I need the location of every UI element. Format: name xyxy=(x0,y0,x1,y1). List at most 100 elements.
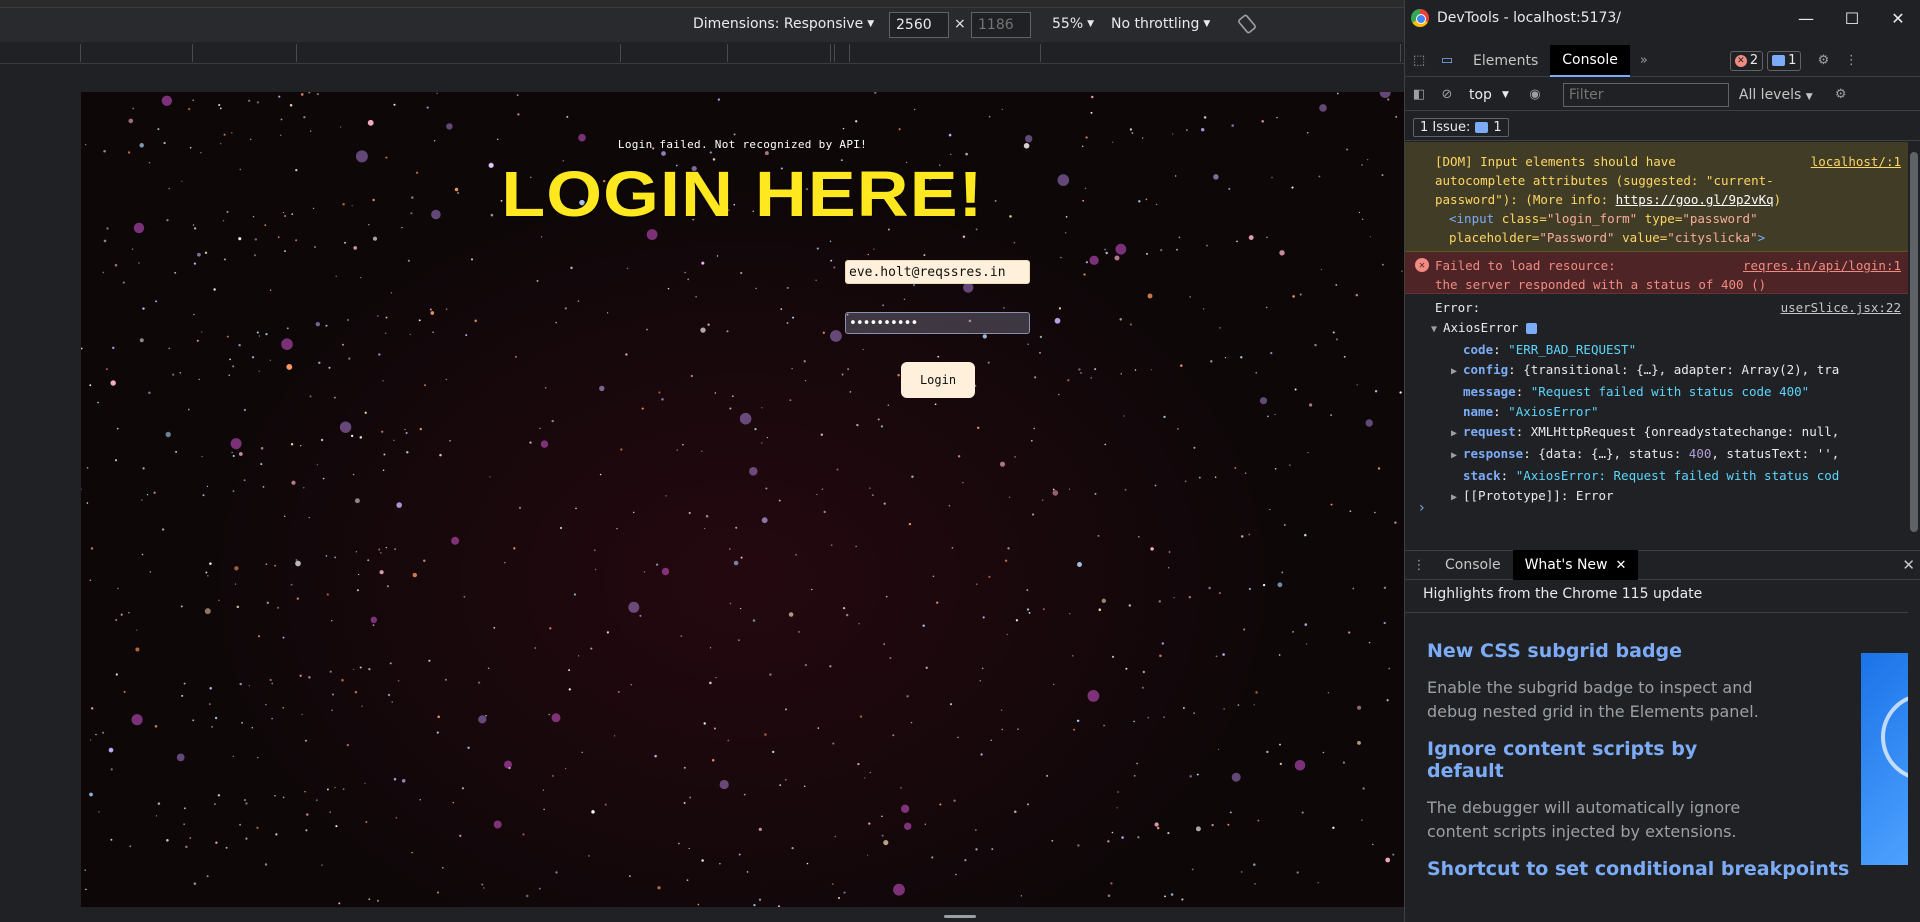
tab-console[interactable]: Console xyxy=(1550,44,1630,77)
issues-chip[interactable]: 1 Issue: 1 xyxy=(1413,118,1509,137)
issue-icon xyxy=(1475,122,1489,133)
message-count: 1 xyxy=(1788,53,1797,68)
drawer-menu-icon[interactable]: ⋮ xyxy=(1405,551,1433,579)
warning-source-link[interactable]: localhost/:1 xyxy=(1811,152,1901,171)
caret-down-icon: ▼ xyxy=(1501,89,1509,100)
zoom-dropdown[interactable]: 55% ▼ xyxy=(1052,16,1094,32)
sidebar-toggle-icon[interactable]: ◧ xyxy=(1405,81,1433,109)
maximize-icon[interactable]: ☐ xyxy=(1829,0,1875,36)
devtools-panel: DevTools - localhost:5173/ — ☐ ✕ ⬚ ▭ Ele… xyxy=(1404,0,1920,922)
warning-line-3-end: ) xyxy=(1773,192,1782,207)
prop-message-key: message xyxy=(1463,384,1516,399)
close-icon[interactable]: ✕ xyxy=(1875,0,1920,36)
prop-code: code: "ERR_BAD_REQUEST" xyxy=(1463,342,1637,357)
width-input[interactable] xyxy=(889,12,949,38)
axios-error-toggle[interactable]: ▼ AxiosError xyxy=(1431,318,1901,340)
devtools-tabbar: ⬚ ▭ Elements Console » ✕ 2 1 ⚙ ⋮ xyxy=(1405,44,1920,77)
log-levels-dropdown[interactable]: All levels ▼ xyxy=(1739,87,1813,103)
code-tag-open: <input xyxy=(1449,211,1495,226)
viewport-resize-handle[interactable] xyxy=(944,915,976,918)
prop-stack-val: "AxiosError: Request failed with status … xyxy=(1515,468,1840,483)
prop-request-key: request xyxy=(1463,424,1516,439)
prop-request[interactable]: ▶ request: XMLHttpRequest {onreadystatech… xyxy=(1435,422,1901,444)
prop-response-val-a: {data: {…}, status: xyxy=(1538,446,1689,461)
more-info-link[interactable]: https://goo.gl/9p2vKq xyxy=(1616,192,1774,207)
axios-error-name: AxiosError xyxy=(1443,320,1519,335)
message-icon xyxy=(1772,55,1786,66)
device-toolbar: Dimensions: Responsive ▼ × 55% ▼ No thro… xyxy=(0,8,1404,42)
rotate-icon[interactable] xyxy=(1236,13,1258,35)
message-count-badge[interactable]: 1 xyxy=(1767,50,1802,71)
prop-proto-val: Error xyxy=(1575,488,1614,503)
inspect-element-icon[interactable]: ⬚ xyxy=(1405,47,1433,75)
collapsed-triangle-icon: ▶ xyxy=(1451,366,1458,377)
code-value-attr: value xyxy=(1622,230,1660,245)
code-ph-attr: placeholder xyxy=(1449,230,1532,245)
whats-new-list: New CSS subgrid badge Enable the subgrid… xyxy=(1427,640,1849,894)
console-prompt[interactable]: › xyxy=(1419,500,1425,516)
issues-label: 1 Issue: xyxy=(1420,120,1471,135)
warning-code-line-2[interactable]: placeholder="Password" value="cityslicka… xyxy=(1435,228,1901,247)
prop-proto-key: [[Prototype]] xyxy=(1463,488,1561,503)
collapsed-triangle-icon: ▶ xyxy=(1451,450,1458,461)
prop-code-val: "ERR_BAD_REQUEST" xyxy=(1508,342,1637,357)
error-line-2: the server responded with a status of 40… xyxy=(1435,277,1767,292)
scrollbar-thumb[interactable] xyxy=(1910,152,1918,532)
context-label: top xyxy=(1469,86,1492,103)
prop-config[interactable]: ▶ config: {transitional: {…}, adapter: Ar… xyxy=(1435,360,1901,382)
prop-stack: stack: "AxiosError: Request failed with … xyxy=(1463,468,1840,483)
prop-response[interactable]: ▶ response: {data: {…}, status: 400, stat… xyxy=(1435,444,1901,466)
prop-prototype[interactable]: ▶ [[Prototype]]: Error xyxy=(1435,486,1901,508)
times-glyph: × xyxy=(954,16,966,32)
drawer-tab-whats-new[interactable]: What's New ✕ xyxy=(1512,550,1639,580)
prop-response-val-b: , statusText: '', xyxy=(1711,446,1840,461)
info-icon xyxy=(1525,323,1537,334)
device-toolbar-icon[interactable]: ▭ xyxy=(1433,47,1461,75)
kebab-menu-icon[interactable]: ⋮ xyxy=(1837,47,1865,75)
whats-new-heading-1[interactable]: New CSS subgrid badge xyxy=(1427,640,1767,662)
prop-message: message: "Request failed with status cod… xyxy=(1463,384,1810,399)
console-settings-icon[interactable]: ⚙ xyxy=(1827,81,1855,109)
filter-input[interactable] xyxy=(1562,82,1729,107)
expand-triangle-icon: ▼ xyxy=(1431,324,1438,335)
caret-down-icon: ▼ xyxy=(1203,19,1211,29)
clear-console-icon[interactable]: ⊘ xyxy=(1433,81,1461,109)
close-drawer-icon[interactable]: ✕ xyxy=(1902,556,1915,574)
close-tab-icon[interactable]: ✕ xyxy=(1616,558,1627,573)
settings-gear-icon[interactable]: ⚙ xyxy=(1809,47,1837,75)
code-class-attr: class xyxy=(1501,211,1540,226)
dimensions-dropdown[interactable]: Dimensions: Responsive ▼ xyxy=(693,16,874,32)
warning-code-line-1[interactable]: <input class="login_form" type="password… xyxy=(1435,209,1901,228)
code-ph-val: "Password" xyxy=(1539,230,1615,245)
prop-name-val: "AxiosError" xyxy=(1508,404,1599,419)
password-input[interactable] xyxy=(845,312,1030,334)
prop-response-status: 400 xyxy=(1688,446,1712,461)
more-tabs-icon[interactable]: » xyxy=(1630,47,1658,75)
axios-source-link[interactable]: userSlice.jsx:22 xyxy=(1781,298,1901,318)
whats-new-heading-3[interactable]: Shortcut to set conditional breakpoints xyxy=(1427,858,1849,880)
console-scrollbar[interactable] xyxy=(1908,142,1920,546)
devtools-window-title: DevTools - localhost:5173/ xyxy=(1437,10,1622,26)
context-selector[interactable]: top ▼ xyxy=(1469,87,1509,103)
login-button[interactable]: Login xyxy=(901,362,975,398)
height-input[interactable] xyxy=(971,12,1031,38)
throttling-dropdown[interactable]: No throttling ▼ xyxy=(1111,16,1210,32)
prop-code-key: code xyxy=(1463,342,1494,357)
issues-bar: 1 Issue: 1 xyxy=(1405,115,1920,141)
email-input[interactable] xyxy=(845,260,1030,284)
live-expression-eye-icon[interactable]: ◉ xyxy=(1521,81,1549,109)
error-count: 2 xyxy=(1749,53,1759,68)
whats-new-heading-2[interactable]: Ignore content scripts by default xyxy=(1427,738,1767,782)
tab-elements[interactable]: Elements xyxy=(1461,45,1550,77)
console-error-message: ✕ reqres.in/api/login:1 Failed to load r… xyxy=(1405,252,1909,294)
prop-response-key: response xyxy=(1463,446,1524,461)
error-count-badge[interactable]: ✕ 2 xyxy=(1729,50,1764,71)
minimize-icon[interactable]: — xyxy=(1783,0,1829,36)
login-fail-message: Login failed. Not recognized by API! xyxy=(617,138,868,151)
drawer-tab-console[interactable]: Console xyxy=(1433,550,1513,580)
warning-line-3-text: password"): (More info: xyxy=(1435,192,1616,207)
whats-new-scrollbar[interactable] xyxy=(1908,582,1920,922)
error-source-link[interactable]: reqres.in/api/login:1 xyxy=(1743,256,1901,275)
devtools-titlebar: DevTools - localhost:5173/ — ☐ ✕ xyxy=(1405,0,1920,36)
whats-new-label: What's New xyxy=(1524,557,1608,573)
